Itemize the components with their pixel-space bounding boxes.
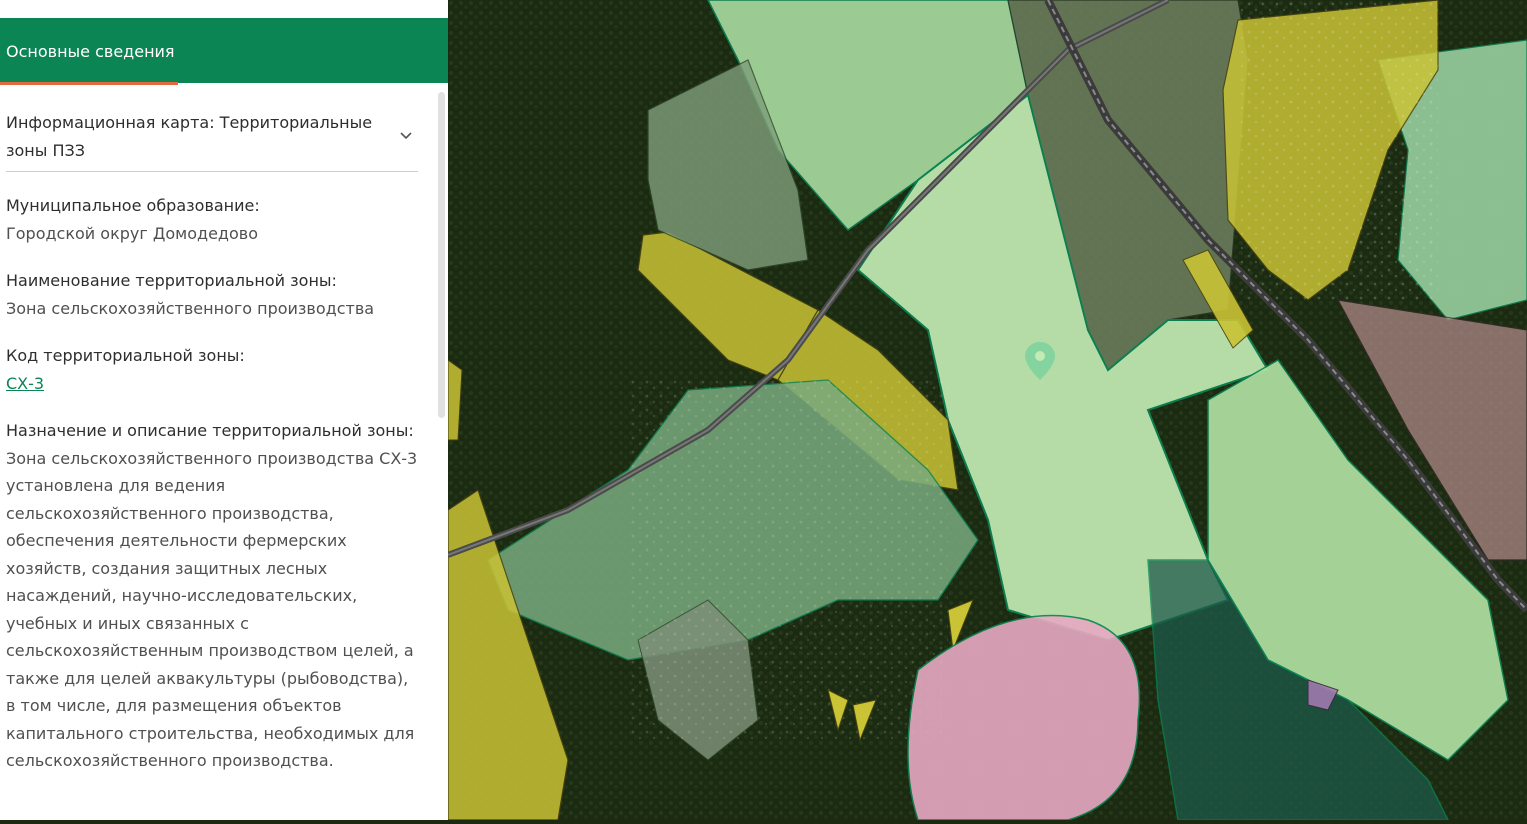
zone-code-field: Код территориальной зоны: СХ-3 [6,342,418,397]
municipality-label: Муниципальное образование: [6,196,260,215]
settlement-texture-ne [1238,0,1438,300]
panel-content: Информационная карта: Территориальные зо… [6,109,418,775]
chevron-down-icon[interactable] [400,121,412,149]
map-view[interactable] [446,0,1527,821]
info-map-dropdown-label: Информационная карта: Территориальные зо… [6,113,373,160]
zone-name-value: Зона сельскохозяйственного производства [6,298,375,318]
zone-name-label: Наименование территориальной зоны: [6,271,337,290]
map-canvas[interactable] [446,0,1527,821]
zone-code-link[interactable]: СХ-3 [6,374,44,393]
zone-description-label: Назначение и описание территориальной зо… [6,421,414,440]
panel-header: Основные сведения [0,18,448,85]
panel-header-title: Основные сведения [6,42,175,61]
municipality-value: Городской округ Домодедово [6,223,258,243]
panel-scrollbar[interactable] [438,92,445,418]
zone-description-value: Зона сельскохозяйственного производства … [6,448,418,771]
settlement-texture-sw [628,380,948,740]
info-map-dropdown[interactable]: Информационная карта: Территориальные зо… [6,109,418,172]
header-active-underline [0,82,178,85]
zone-name-field: Наименование территориальной зоны: Зона … [6,267,418,322]
zone-description-field: Назначение и описание территориальной зо… [6,417,418,775]
info-panel: Основные сведения Информационная карта: … [0,0,449,820]
municipality-field: Муниципальное образование: Городской окр… [6,192,418,247]
zone-code-label: Код территориальной зоны: [6,346,245,365]
